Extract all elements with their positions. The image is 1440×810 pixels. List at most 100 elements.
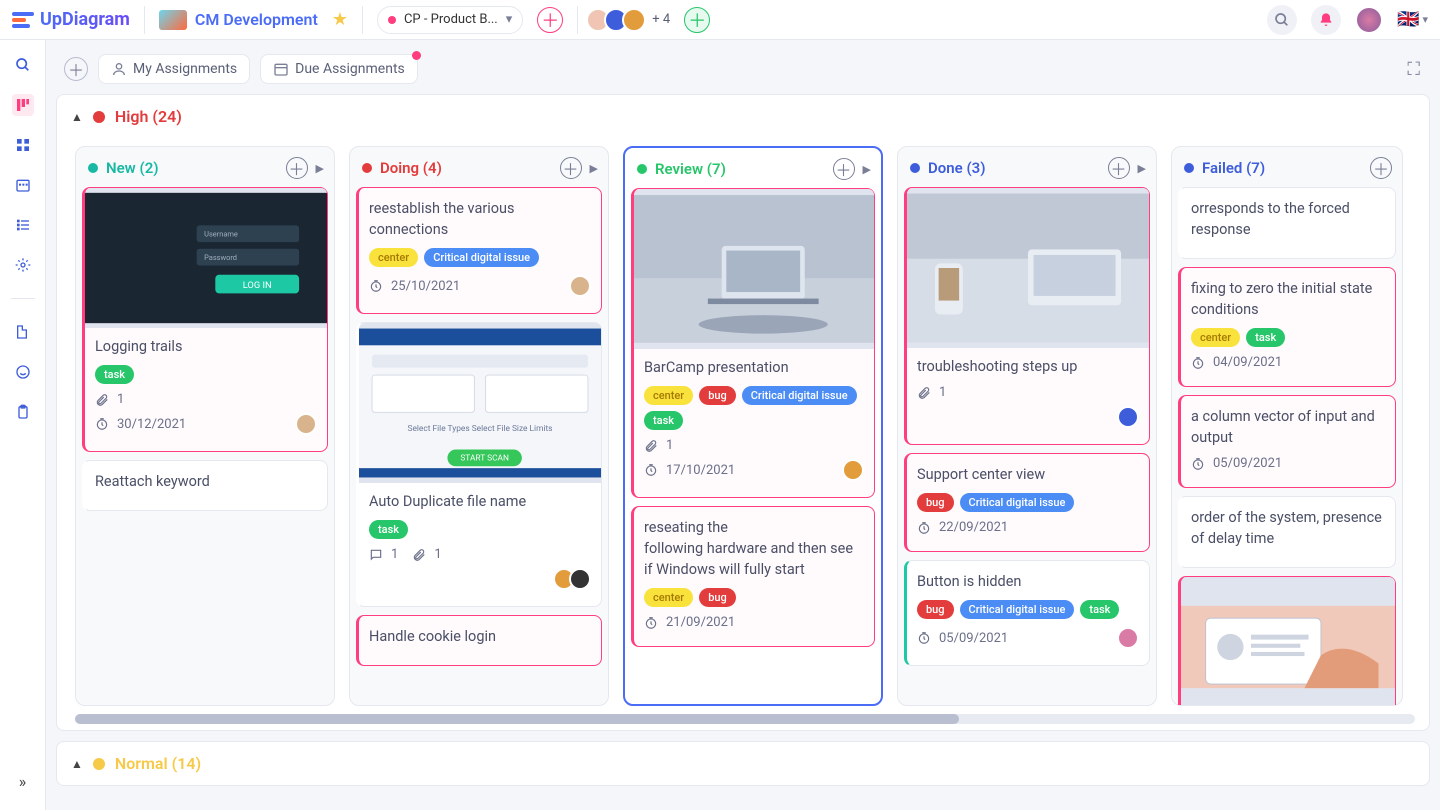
add-card-button[interactable]: ＋ <box>1370 157 1392 179</box>
tag-bug[interactable]: bug <box>917 600 954 619</box>
card-assignees[interactable] <box>559 568 591 590</box>
due-date[interactable]: 25/10/2021 <box>369 279 460 294</box>
card[interactable]: LOG INUsernamePasswordLogging trailstask… <box>82 187 328 452</box>
due-date[interactable]: 05/09/2021 <box>1191 456 1282 471</box>
comments-count[interactable]: 1 <box>369 547 398 562</box>
add-card-button[interactable]: ＋ <box>560 157 582 179</box>
add-board-button[interactable]: ＋ <box>537 7 563 33</box>
add-member-button[interactable]: ＋ <box>684 7 710 33</box>
attachment-count[interactable]: 1 <box>644 438 673 453</box>
tag-bug[interactable]: bug <box>699 588 736 607</box>
board-dropdown[interactable]: CP - Product B... ▾ <box>377 6 523 34</box>
avatar[interactable] <box>622 8 646 32</box>
board-row: New (2) ＋ ▶ LOG INUsernamePasswordLoggin… <box>57 138 1429 712</box>
tag-critical[interactable]: Critical digital issue <box>424 248 539 267</box>
card[interactable]: Handle cookie login <box>356 615 602 666</box>
card-assignees[interactable] <box>1123 627 1139 649</box>
due-date[interactable]: 17/10/2021 <box>644 463 735 478</box>
card-assignees[interactable] <box>575 275 591 297</box>
star-icon[interactable]: ★ <box>332 9 348 30</box>
card[interactable] <box>1178 576 1396 705</box>
attachment-count[interactable]: 1 <box>95 392 124 407</box>
tag-center[interactable]: center <box>644 588 693 607</box>
search-icon[interactable] <box>1267 5 1297 35</box>
nav-board-icon[interactable] <box>12 94 34 116</box>
due-date[interactable]: 22/09/2021 <box>917 520 1008 535</box>
card[interactable]: Reattach keyword <box>82 460 328 511</box>
tag-task[interactable]: task <box>369 520 408 539</box>
card[interactable]: orresponds to the forced response <box>1178 187 1396 259</box>
tag-task[interactable]: task <box>1246 328 1285 347</box>
attachment-count[interactable]: 1 <box>917 385 946 400</box>
avatar[interactable] <box>1117 406 1139 428</box>
add-card-button[interactable]: ＋ <box>286 157 308 179</box>
language-selector[interactable]: 🇬🇧 ▾ <box>1397 9 1428 30</box>
sidebar-expand-icon[interactable]: » <box>12 770 34 792</box>
card[interactable]: fixing to zero the initial state conditi… <box>1178 267 1396 387</box>
nav-search-icon[interactable] <box>12 54 34 76</box>
column-menu-icon[interactable]: ▶ <box>590 162 598 175</box>
column-dot-icon <box>910 163 920 173</box>
avatar[interactable] <box>1117 627 1139 649</box>
app-logo[interactable]: UpDiagram <box>12 9 130 30</box>
card[interactable]: order of the system, presence of delay t… <box>1178 496 1396 568</box>
project-selector[interactable]: CM Development <box>159 10 318 30</box>
column-menu-icon[interactable]: ▶ <box>316 162 324 175</box>
tag-critical[interactable]: Critical digital issue <box>960 493 1075 512</box>
add-card-button[interactable]: ＋ <box>1108 157 1130 179</box>
nav-calendar-icon[interactable] <box>12 174 34 196</box>
card[interactable]: reestablish the various connectionscente… <box>356 187 602 314</box>
column-menu-icon[interactable]: ▶ <box>1138 162 1146 175</box>
user-avatar[interactable] <box>1355 6 1383 34</box>
tag-bug[interactable]: bug <box>699 386 736 405</box>
card[interactable]: Button is hidden bug Critical digital issu… <box>904 560 1150 666</box>
tag-center[interactable]: center <box>369 248 418 267</box>
card-tags: center bug <box>644 588 864 607</box>
add-card-button[interactable]: ＋ <box>833 158 855 180</box>
swimlane-header[interactable]: ▲ Normal (14) <box>57 742 1429 785</box>
horizontal-scrollbar[interactable] <box>75 714 1415 724</box>
due-date[interactable]: 30/12/2021 <box>95 417 186 432</box>
card-assignees[interactable] <box>848 459 864 481</box>
due-assignments-button[interactable]: Due Assignments <box>260 54 418 84</box>
column-menu-icon[interactable]: ▶ <box>863 163 871 176</box>
nav-list-icon[interactable] <box>12 214 34 236</box>
avatar[interactable] <box>569 568 591 590</box>
due-date[interactable]: 21/09/2021 <box>644 615 735 630</box>
avatar[interactable] <box>569 275 591 297</box>
avatar[interactable] <box>295 413 317 435</box>
member-overflow[interactable]: + 4 <box>652 12 670 27</box>
nav-grid-icon[interactable] <box>12 134 34 156</box>
nav-docs-icon[interactable] <box>12 321 34 343</box>
card[interactable]: reseating thefollowing hardware and then… <box>631 506 875 647</box>
tag-critical[interactable]: Critical digital issue <box>960 600 1075 619</box>
card[interactable]: a column vector of input and output 05/0… <box>1178 395 1396 488</box>
card[interactable]: Select File Types Select File Size Limit… <box>356 322 602 607</box>
card[interactable]: BarCamp presentationcenterbugCritical di… <box>631 188 875 498</box>
nav-support-icon[interactable] <box>12 361 34 383</box>
member-avatars[interactable]: + 4 <box>592 8 670 32</box>
nav-settings-icon[interactable] <box>12 254 34 276</box>
tag-bug[interactable]: bug <box>917 493 954 512</box>
swimlane-header[interactable]: ▲ High (24) <box>57 95 1429 138</box>
card-title: Button is hidden <box>917 571 1139 592</box>
nav-clipboard-icon[interactable] <box>12 401 34 423</box>
card[interactable]: Support center viewbugCritical digital i… <box>904 453 1150 552</box>
notifications-icon[interactable] <box>1311 5 1341 35</box>
card-assignees[interactable] <box>301 413 317 435</box>
due-date[interactable]: 05/09/2021 <box>917 631 1008 646</box>
card-assignees[interactable] <box>1123 406 1139 428</box>
card[interactable]: troubleshooting steps up 1 <box>904 187 1150 445</box>
tag-center[interactable]: center <box>644 386 693 405</box>
attachment-count[interactable]: 1 <box>412 547 441 562</box>
my-assignments-button[interactable]: My Assignments <box>98 54 250 84</box>
fullscreen-icon[interactable]: ⛶ <box>1407 59 1430 80</box>
tag-task[interactable]: task <box>1080 600 1119 619</box>
tag-critical[interactable]: Critical digital issue <box>742 386 857 405</box>
add-swimlane-button[interactable]: ＋ <box>64 57 88 81</box>
tag-center[interactable]: center <box>1191 328 1240 347</box>
tag-task[interactable]: task <box>95 365 134 384</box>
avatar[interactable] <box>842 459 864 481</box>
due-date[interactable]: 04/09/2021 <box>1191 355 1282 370</box>
tag-task[interactable]: task <box>644 411 683 430</box>
